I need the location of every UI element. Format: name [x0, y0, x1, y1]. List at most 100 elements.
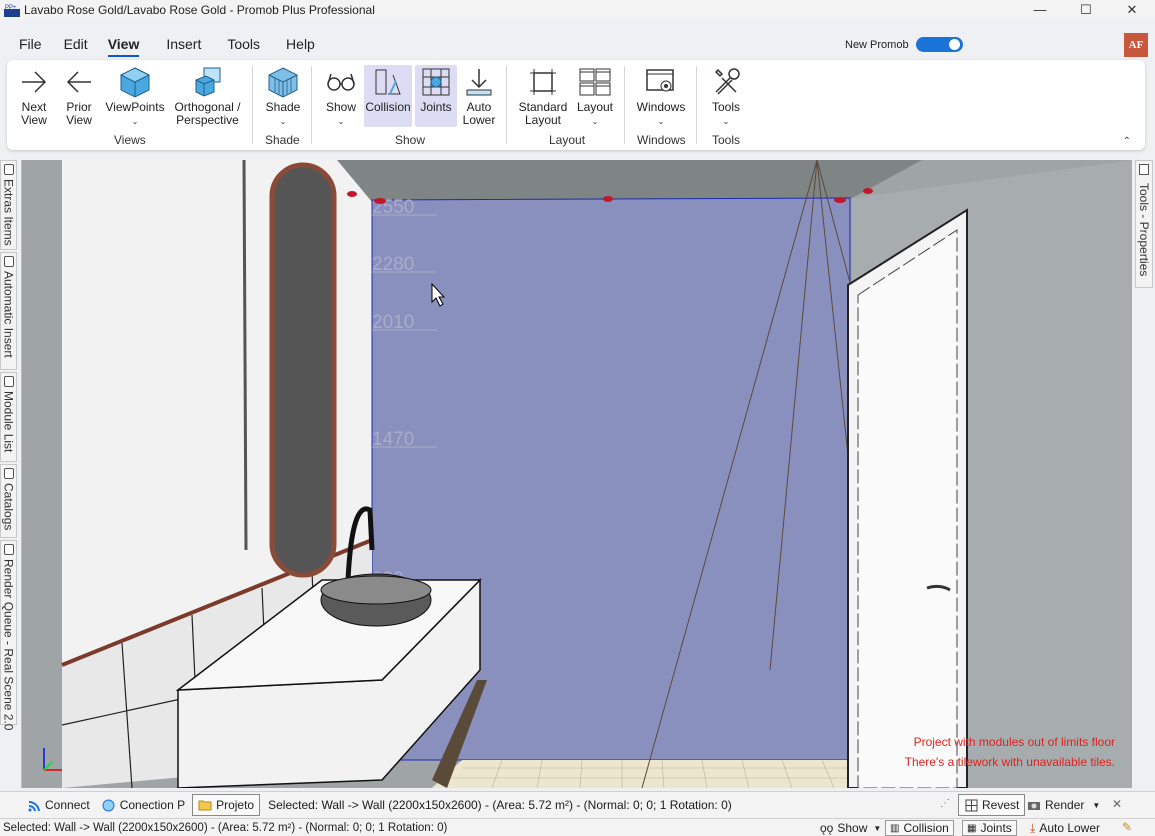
- viewpoints-label: ViewPoints: [105, 100, 165, 114]
- joints-grid-icon: ▦: [967, 822, 977, 834]
- window-title: Lavabo Rose Gold/Lavabo Rose Gold - Prom…: [24, 2, 375, 17]
- collision-toggle[interactable]: ▥ Collision: [885, 820, 954, 836]
- windows-button[interactable]: Windows ⌄: [634, 65, 688, 128]
- 3d-viewport[interactable]: 2550 2280 2010 1470 930: [21, 160, 1132, 788]
- collapse-ribbon-icon[interactable]: ⌃: [1123, 136, 1131, 147]
- windows-group-label: Windows: [637, 133, 686, 147]
- auto-lower-label-2: Lower: [462, 113, 496, 127]
- list-icon: [4, 376, 14, 387]
- tab-module-list[interactable]: Module List: [0, 372, 17, 462]
- joints-toggle[interactable]: ▦ Joints: [962, 820, 1017, 836]
- wifi-icon: [27, 798, 41, 812]
- warning-unavailable-tiles: There's a tilework with unavailable tile…: [904, 755, 1115, 769]
- chevron-down-icon: ⌄: [657, 117, 665, 126]
- connect-label: Connect: [45, 798, 90, 812]
- menu-bar: File Edit View Insert Tools Help: [0, 28, 1155, 60]
- layout-grid-icon: [578, 65, 612, 99]
- maximize-button[interactable]: ☐: [1063, 0, 1109, 19]
- projeto-button[interactable]: Projeto: [192, 794, 261, 816]
- wrench-screwdriver-icon: [709, 65, 743, 99]
- title-bar: PP+ Lavabo Rose Gold/Lavabo Rose Gold - …: [0, 0, 1155, 19]
- new-promob-toggle[interactable]: [916, 37, 963, 52]
- group-separator: [624, 66, 625, 144]
- close-panel-icon[interactable]: ✕: [1112, 797, 1122, 811]
- collision-button[interactable]: Collision: [364, 65, 412, 127]
- render-button[interactable]: Render ▼: [1022, 794, 1105, 816]
- standard-layout-button[interactable]: Standard Layout: [515, 65, 571, 127]
- tab-tools-properties[interactable]: Tools - Properties: [1135, 160, 1153, 288]
- collision-label: Collision: [365, 100, 411, 114]
- selection-info-bottom: Selected: Wall -> Wall (2200x150x2600) -…: [3, 822, 448, 834]
- show-label: Show: [837, 821, 868, 835]
- mirror-edge: [242, 160, 248, 551]
- tools-button[interactable]: Tools ⌄: [705, 65, 747, 128]
- ribbon-toolbar: Next View Prior View ViewPoints ⌄ Orthog…: [7, 60, 1145, 150]
- orthogonal-perspective-button[interactable]: Orthogonal / Perspective: [170, 65, 245, 127]
- axis-gizmo: [43, 748, 62, 771]
- auto-lower-label: Auto Lower: [1039, 821, 1101, 835]
- revest-label: Revest: [982, 798, 1020, 812]
- warning-modules-out-of-limits: Project with modules out of limits floor: [913, 735, 1115, 749]
- ceiling: [337, 160, 922, 202]
- menu-help[interactable]: Help: [286, 36, 315, 52]
- connect-button[interactable]: Connect: [22, 794, 95, 816]
- menu-tools[interactable]: Tools: [227, 36, 260, 52]
- bottom-status-bar: Selected: Wall -> Wall (2200x150x2600) -…: [0, 818, 1155, 836]
- show-toggle[interactable]: ǫǫ Show ▼: [816, 820, 885, 836]
- tab-render-queue[interactable]: Render Queue - Real Scene 2.0: [0, 540, 17, 730]
- close-button[interactable]: ✕: [1109, 0, 1155, 19]
- extras-icon: [4, 164, 14, 175]
- globe-icon: [102, 798, 116, 812]
- tab-label: Tools - Properties: [1137, 183, 1151, 277]
- viewpoints-button[interactable]: ViewPoints ⌄: [104, 65, 166, 128]
- group-separator: [311, 66, 312, 144]
- joints-label: Joints: [420, 100, 452, 114]
- menu-file[interactable]: File: [19, 36, 42, 52]
- tab-extras-items[interactable]: Extras Items: [0, 160, 17, 250]
- chevron-down-icon: ▼: [873, 823, 882, 833]
- layout-button[interactable]: Layout ⌄: [574, 65, 616, 128]
- standard-layout-label-2: Layout: [524, 113, 562, 127]
- status-bar: Connect Conection P Projeto Selected: Wa…: [0, 791, 1155, 818]
- render-icon: [4, 544, 14, 555]
- shade-label: Shade: [265, 100, 301, 114]
- menu-edit[interactable]: Edit: [64, 36, 88, 52]
- tab-automatic-insert[interactable]: Automatic Insert: [0, 252, 17, 370]
- layout-group-label: Layout: [549, 133, 586, 147]
- auto-lower-button[interactable]: Auto Lower: [460, 65, 498, 127]
- joints-label: Joints: [980, 821, 1012, 835]
- show-button[interactable]: Show ⌄: [322, 65, 360, 128]
- render-label: Render: [1045, 798, 1085, 812]
- joints-button[interactable]: Joints: [415, 65, 457, 127]
- menu-view[interactable]: View: [107, 36, 139, 57]
- chevron-down-icon: ⌄: [131, 117, 139, 126]
- perspective-label: Perspective: [176, 113, 239, 127]
- shade-button[interactable]: Shade ⌄: [263, 65, 303, 128]
- layout-label: Layout: [576, 100, 614, 114]
- user-avatar[interactable]: AF: [1124, 33, 1148, 57]
- wrench-icon[interactable]: ✎: [1122, 820, 1132, 834]
- conection-button[interactable]: Conection P: [97, 794, 190, 816]
- auto-lower-toggle[interactable]: ⤓ Auto Lower: [1026, 820, 1104, 836]
- shade-group-label: Shade: [265, 133, 300, 147]
- cube-icon: [118, 65, 152, 99]
- minimize-button[interactable]: —: [1017, 0, 1063, 19]
- show-group-label: Show: [395, 133, 426, 147]
- prior-view-label-2: View: [66, 113, 92, 127]
- promob-app-icon: PP+: [4, 3, 20, 17]
- joints-grid-icon: [419, 65, 453, 99]
- next-view-label-2: View: [21, 113, 47, 127]
- glasses-icon: ǫǫ: [820, 821, 834, 835]
- next-view-button[interactable]: Next View: [15, 65, 53, 127]
- show-label: Show: [325, 100, 357, 114]
- group-separator: [252, 66, 253, 144]
- prior-view-button[interactable]: Prior View: [60, 65, 98, 127]
- tiles-icon: [964, 798, 978, 812]
- perspective-cubes-icon: [191, 65, 225, 99]
- group-separator: [696, 66, 697, 144]
- door: [847, 208, 968, 788]
- tools-group-label: Tools: [712, 133, 741, 147]
- tab-catalogs[interactable]: Catalogs: [0, 464, 17, 538]
- revest-button[interactable]: Revest: [958, 794, 1026, 816]
- menu-insert[interactable]: Insert: [166, 36, 201, 52]
